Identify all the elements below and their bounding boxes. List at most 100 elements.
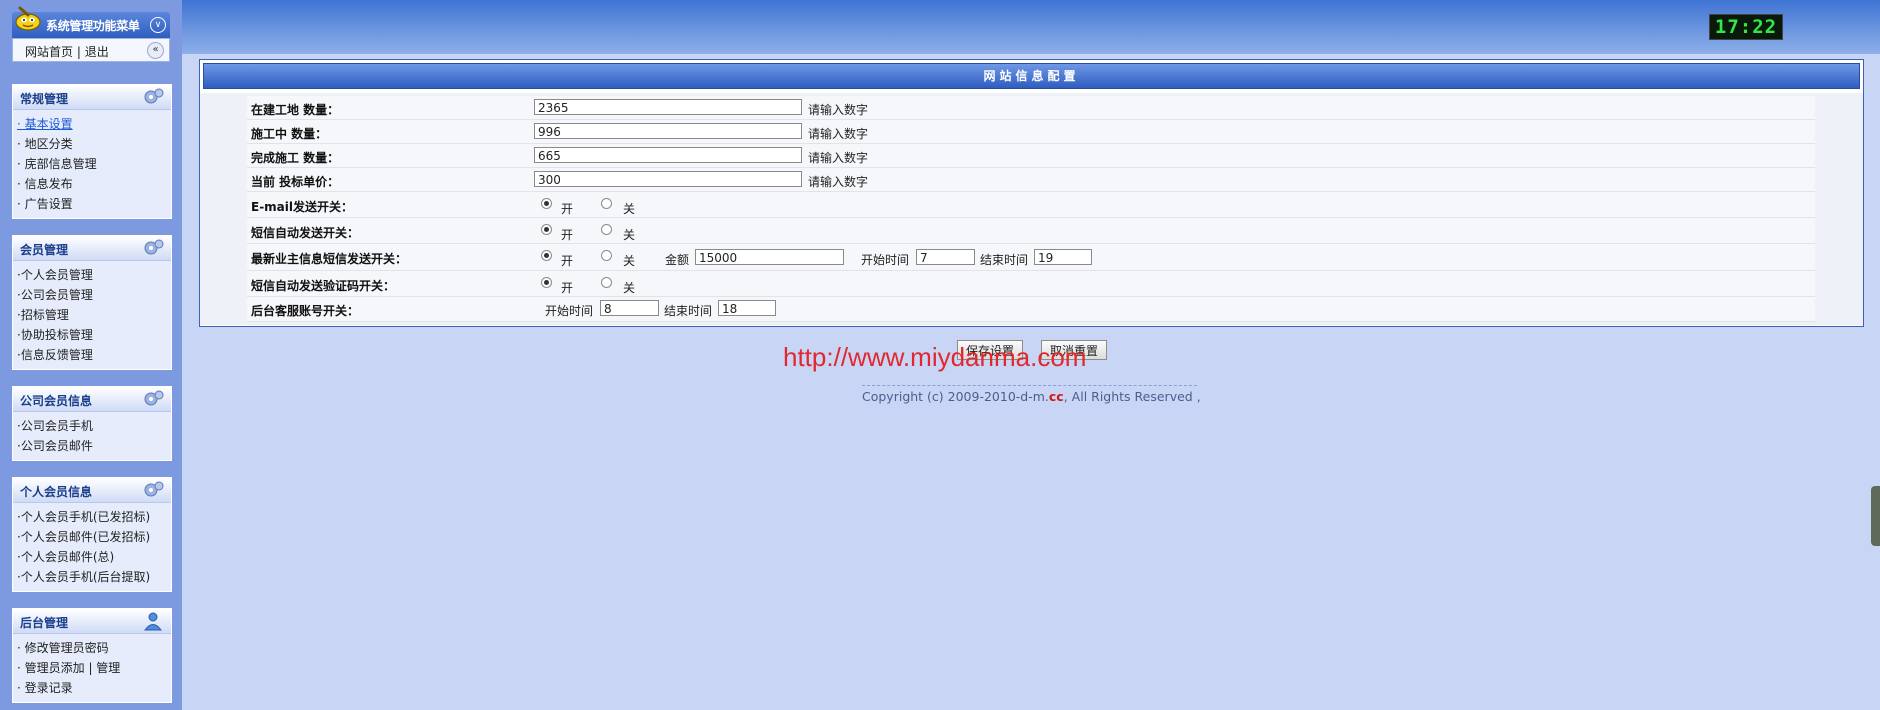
- menu-group-admin: 后台管理 · 修改管理员密码 · 管理员添加 | 管理 · 登录记录: [12, 608, 172, 703]
- email-switch-off-radio[interactable]: [601, 198, 612, 209]
- start-time-label: 开始时间: [545, 304, 594, 318]
- working-count-input[interactable]: 996: [534, 123, 802, 139]
- start-time-input[interactable]: 7: [916, 249, 975, 265]
- row-verify-sms-switch: 短信自动发送验证码开关： 开 关: [247, 271, 1815, 297]
- gears-icon: [144, 88, 164, 104]
- radio-label-on: 开: [561, 281, 574, 295]
- menu-item-admin-manage[interactable]: · 管理员添加 | 管理: [17, 658, 171, 678]
- menu-group-title: 会员管理: [20, 243, 69, 257]
- row-finished-count: 完成施工 数量： 665 请输入数字: [247, 144, 1815, 168]
- menu-item-company-members[interactable]: ·公司会员管理: [17, 285, 171, 305]
- watermark-url: http://www.miydanma.com: [783, 342, 1087, 372]
- radio-label-off: 关: [623, 228, 636, 242]
- menu-group-header[interactable]: 会员管理: [13, 236, 171, 261]
- building-count-input[interactable]: 2365: [534, 99, 802, 115]
- sms-switch-off-radio[interactable]: [601, 224, 612, 235]
- field-hint: 请输入数字: [808, 127, 869, 141]
- verify-sms-on-radio[interactable]: [541, 277, 552, 288]
- menu-group-title: 公司会员信息: [20, 394, 93, 408]
- logout-link[interactable]: 退出: [85, 45, 109, 59]
- menu-item-company-phone[interactable]: ·公司会员手机: [17, 416, 171, 436]
- field-label: 短信自动发送开关：: [251, 226, 360, 240]
- copyright-footer: Copyright (c) 2009-2010-d-m.cc, All Righ…: [862, 385, 1201, 404]
- menu-group-general: 常规管理 · 基本设置 · 地区分类 · 庑部信息管理 · 信息发布 · 广告设…: [12, 84, 172, 219]
- radio-label-off: 关: [623, 281, 636, 295]
- row-building-count: 在建工地 数量： 2365 请输入数字: [247, 96, 1815, 120]
- menu-item-personal-phone-bids[interactable]: ·个人会员手机(已发招标): [17, 507, 171, 527]
- panel-title: 网站信息配置: [203, 63, 1860, 89]
- row-sms-switch: 短信自动发送开关： 开 关: [247, 218, 1815, 244]
- radio-label-off: 关: [623, 254, 636, 268]
- field-label: 施工中 数量：: [251, 127, 328, 141]
- menu-group-header[interactable]: 常规管理: [13, 85, 171, 110]
- row-email-switch: E-mail发送开关： 开 关: [247, 192, 1815, 218]
- menu-group-company-info: 公司会员信息 ·公司会员手机 ·公司会员邮件: [12, 386, 172, 461]
- menu-item-change-password[interactable]: · 修改管理员密码: [17, 638, 171, 658]
- row-working-count: 施工中 数量： 996 请输入数字: [247, 120, 1815, 144]
- admin-user-icon: [144, 612, 162, 631]
- menu-group-title: 个人会员信息: [20, 485, 93, 499]
- menu-item-basic-settings[interactable]: · 基本设置: [17, 114, 171, 134]
- field-label: 在建工地 数量：: [251, 103, 340, 117]
- quick-links: 网站首页 | 退出 «: [12, 38, 170, 62]
- menu-item-ads[interactable]: · 广告设置: [17, 194, 171, 214]
- sms-switch-on-radio[interactable]: [541, 224, 552, 235]
- top-banner: [182, 0, 1880, 54]
- menu-item-bids[interactable]: ·招标管理: [17, 305, 171, 325]
- site-config-panel: 网站信息配置 在建工地 数量： 2365 请输入数字 施工中 数量： 996 请…: [199, 59, 1864, 327]
- menu-item-region[interactable]: · 地区分类: [17, 134, 171, 154]
- verify-sms-off-radio[interactable]: [601, 277, 612, 288]
- row-service-account-switch: 后台客服账号开关： 开始时间 8 结束时间 18: [247, 297, 1815, 322]
- radio-label-on: 开: [561, 254, 574, 268]
- digital-clock: 17:22: [1709, 14, 1783, 40]
- field-label: 最新业主信息短信发送开关：: [251, 252, 408, 266]
- sidebar-title-bar: 系统管理功能菜单 ∨: [12, 6, 170, 38]
- row-bid-price: 当前 投标单价： 300 请输入数字: [247, 168, 1815, 192]
- owner-sms-on-radio[interactable]: [541, 250, 552, 261]
- owner-sms-off-radio[interactable]: [601, 250, 612, 261]
- menu-item-info-manage[interactable]: · 庑部信息管理: [17, 154, 171, 174]
- menu-item-feedback[interactable]: ·信息反馈管理: [17, 345, 171, 365]
- copyright-domain: cc: [1048, 389, 1064, 404]
- menu-group-title: 后台管理: [20, 616, 69, 630]
- finished-count-input[interactable]: 665: [534, 147, 802, 163]
- menu-item-login-log[interactable]: · 登录记录: [17, 678, 171, 698]
- radio-label-on: 开: [561, 202, 574, 216]
- home-link[interactable]: 网站首页: [25, 45, 73, 59]
- menu-item-personal-phone-extract[interactable]: ·个人会员手机(后台提取): [17, 567, 171, 587]
- email-switch-on-radio[interactable]: [541, 198, 552, 209]
- field-label: E-mail发送开关：: [251, 200, 354, 214]
- end-time-input[interactable]: 19: [1034, 249, 1092, 265]
- service-end-time-input[interactable]: 18: [718, 300, 776, 316]
- side-scroll-tab[interactable]: [1871, 486, 1880, 546]
- menu-item-personal-email-bids[interactable]: ·个人会员邮件(已发招标): [17, 527, 171, 547]
- start-time-label: 开始时间: [861, 253, 910, 267]
- menu-item-assist-bids[interactable]: ·协助投标管理: [17, 325, 171, 345]
- copyright-suffix: , All Rights Reserved ,: [1063, 389, 1201, 404]
- collapse-menu-icon[interactable]: ∨: [150, 17, 166, 33]
- menu-group-header[interactable]: 个人会员信息: [13, 478, 171, 503]
- bid-price-input[interactable]: 300: [534, 171, 802, 187]
- service-start-time-input[interactable]: 8: [600, 300, 659, 316]
- amount-input[interactable]: 15000: [695, 249, 844, 265]
- sidebar-title: 系统管理功能菜单: [46, 19, 140, 33]
- menu-group-header[interactable]: 公司会员信息: [13, 387, 171, 412]
- menu-item-personal-members[interactable]: ·个人会员管理: [17, 265, 171, 285]
- gears-icon: [144, 390, 164, 406]
- double-chevron-left-icon[interactable]: «: [147, 42, 164, 59]
- amount-label: 金额: [665, 253, 690, 267]
- end-time-label: 结束时间: [980, 253, 1029, 267]
- menu-item-publish[interactable]: · 信息发布: [17, 174, 171, 194]
- menu-group-header[interactable]: 后台管理: [13, 609, 171, 634]
- mascot-logo-icon: [15, 6, 41, 31]
- menu-item-personal-email-all[interactable]: ·个人会员邮件(总): [17, 547, 171, 567]
- sidebar: 系统管理功能菜单 ∨ 网站首页 | 退出 « 常规管理 · 基本设置 · 地区分…: [0, 0, 182, 710]
- field-hint: 请输入数字: [808, 151, 869, 165]
- menu-item-company-email[interactable]: ·公司会员邮件: [17, 436, 171, 456]
- link-separator: |: [73, 45, 85, 59]
- field-label: 短信自动发送验证码开关：: [251, 279, 396, 293]
- radio-label-on: 开: [561, 228, 574, 242]
- config-form: 在建工地 数量： 2365 请输入数字 施工中 数量： 996 请输入数字 完成…: [200, 93, 1863, 325]
- field-hint: 请输入数字: [808, 175, 869, 189]
- field-hint: 请输入数字: [808, 103, 869, 117]
